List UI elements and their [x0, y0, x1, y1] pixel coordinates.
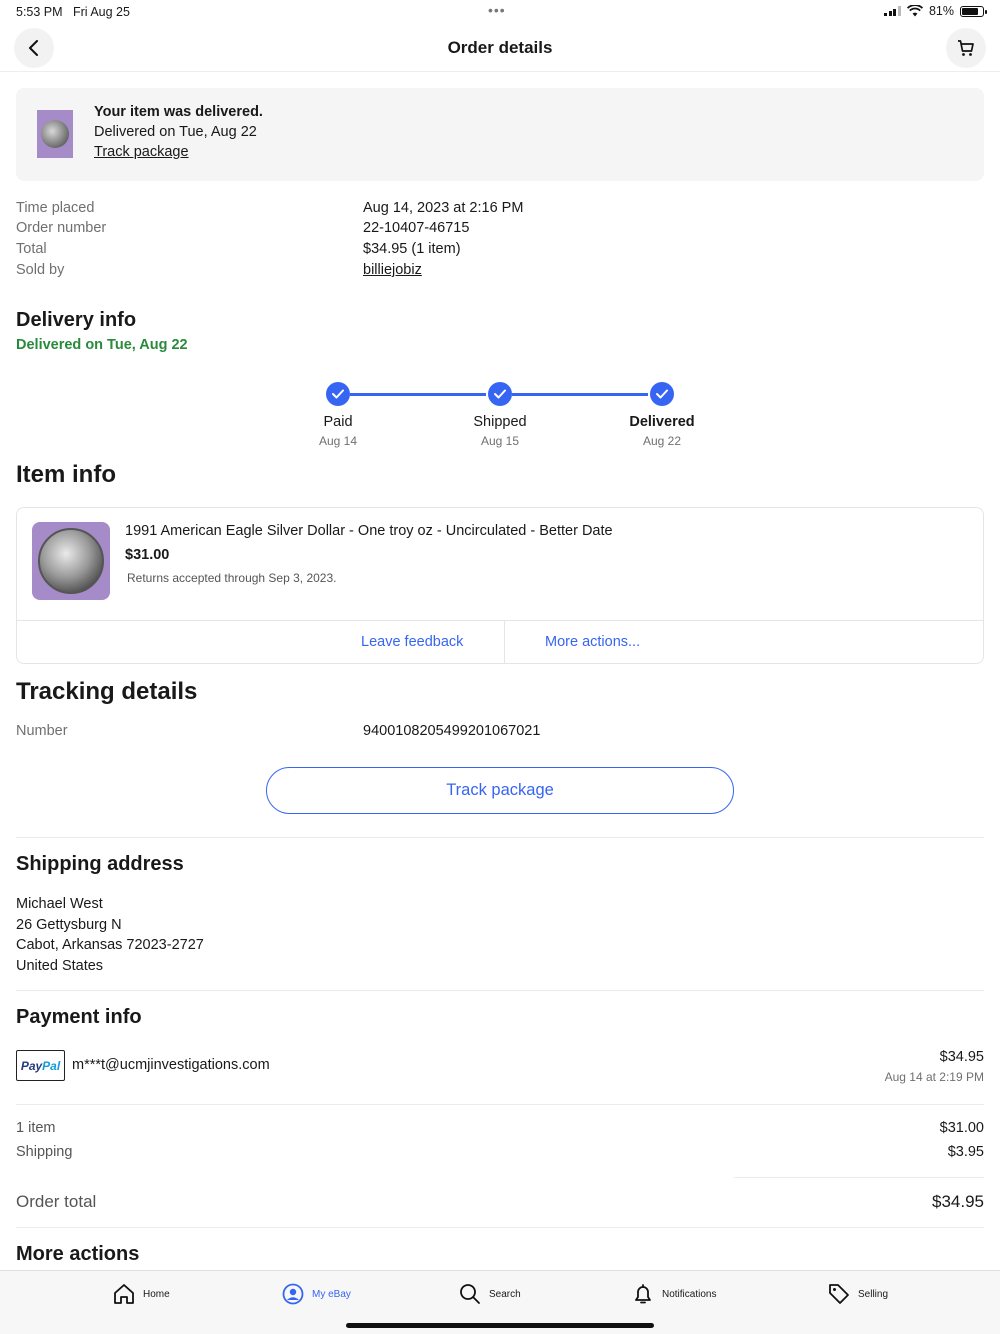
tab-search[interactable]: Search: [459, 1283, 521, 1305]
more-actions-button[interactable]: More actions...: [545, 634, 640, 650]
home-icon: [114, 1284, 134, 1304]
battery-icon: [960, 5, 987, 17]
shipping-address-heading: Shipping address: [16, 853, 184, 875]
address-line: Michael West: [16, 896, 103, 912]
item-card: 1991 American Eagle Silver Dollar - One …: [16, 507, 984, 664]
step-date-shipped: Aug 15: [480, 434, 520, 448]
progress-line: [512, 393, 648, 396]
banner-track-package-link[interactable]: Track package: [94, 144, 189, 160]
payment-date: Aug 14 at 2:19 PM: [884, 1070, 984, 1084]
step-label-paid: Paid: [323, 414, 353, 430]
page-title: Order details: [447, 38, 553, 57]
order-value: Aug 14, 2023 at 2:16 PM: [363, 200, 524, 216]
tracking-details-heading: Tracking details: [16, 678, 198, 705]
item-image[interactable]: [32, 522, 110, 600]
order-value: 22-10407-46715: [363, 220, 470, 236]
order-value: $34.95 (1 item): [363, 241, 461, 257]
banner-subtitle: Delivered on Tue, Aug 22: [94, 124, 257, 140]
leave-feedback-button[interactable]: Leave feedback: [361, 634, 463, 650]
order-label: Total: [16, 241, 47, 257]
address-line: United States: [16, 958, 104, 974]
shipped-check-icon: [488, 382, 512, 406]
tracking-number-label: Number: [16, 723, 68, 739]
tab-home[interactable]: Home: [113, 1283, 170, 1305]
payment-info-heading: Payment info: [16, 1006, 142, 1028]
items-value: $31.00: [939, 1120, 984, 1136]
tag-icon: [829, 1284, 849, 1304]
tab-label: Search: [489, 1288, 521, 1300]
banner-title: Your item was delivered.: [94, 104, 263, 120]
status-indicators: 81%: [884, 4, 987, 18]
returns-policy-text: Returns accepted through Sep 3, 2023.: [127, 571, 337, 585]
action-divider: [504, 621, 505, 664]
tab-notifications[interactable]: Notifications: [632, 1283, 716, 1305]
track-package-button[interactable]: Track package: [266, 767, 734, 814]
tab-my-ebay[interactable]: My eBay: [282, 1283, 351, 1305]
item-info-heading: Item info: [16, 461, 116, 488]
tab-label: Home: [143, 1288, 170, 1300]
step-label-delivered: Delivered: [629, 414, 695, 430]
delivery-info-heading: Delivery info: [16, 309, 137, 331]
address-line: Cabot, Arkansas 72023-2727: [16, 937, 204, 953]
user-circle-icon: [282, 1283, 304, 1305]
seller-link[interactable]: billiejobiz: [363, 262, 422, 278]
delivery-progress-tracker: Paid Shipped Delivered Aug 14 Aug 15 Aug…: [0, 382, 1000, 452]
item-price: $31.00: [125, 547, 170, 563]
tab-label: Selling: [858, 1288, 889, 1300]
delivered-check-icon: [650, 382, 674, 406]
cellular-signal-icon: [884, 6, 901, 16]
card-divider: [17, 620, 983, 621]
bottom-tab-bar: Home My eBay Search Notifications Sellin…: [0, 1270, 1000, 1334]
search-icon: [460, 1284, 480, 1304]
item-thumbnail[interactable]: [37, 110, 73, 158]
status-time: 5:53 PM Fri Aug 25: [16, 5, 130, 19]
items-label: 1 item: [16, 1120, 56, 1136]
address-line: 26 Gettysburg N: [16, 917, 122, 933]
coin-image: [41, 120, 69, 148]
bell-icon: [635, 1284, 651, 1304]
wifi-icon: [906, 5, 923, 17]
tab-label: Notifications: [662, 1288, 717, 1300]
coin-image: [38, 528, 104, 594]
order-label: Order number: [16, 220, 107, 236]
section-divider: [16, 837, 984, 838]
total-divider: [734, 1177, 984, 1178]
order-total-value: $34.95: [932, 1192, 984, 1211]
step-date-paid: Aug 14: [318, 434, 358, 448]
item-title[interactable]: 1991 American Eagle Silver Dollar - One …: [125, 523, 613, 539]
step-date-delivered: Aug 22: [642, 434, 682, 448]
tab-label: My eBay: [312, 1288, 351, 1300]
more-actions-heading: More actions: [16, 1243, 140, 1265]
tab-selling[interactable]: Selling: [828, 1283, 888, 1305]
payment-amount: $34.95: [939, 1049, 984, 1065]
section-divider: [16, 1227, 984, 1228]
paypal-logo: Pay Pal: [16, 1050, 65, 1081]
delivery-status-banner: Your item was delivered. Delivered on Tu…: [16, 88, 984, 181]
tracking-number-value: 9400108205499201067021: [363, 723, 541, 739]
paid-check-icon: [326, 382, 350, 406]
navigation-bar: Order details: [0, 24, 1000, 72]
delivery-status-text: Delivered on Tue, Aug 22: [16, 337, 188, 353]
multitasking-dots-icon[interactable]: •••: [488, 2, 506, 18]
section-divider: [16, 1104, 984, 1105]
progress-line: [350, 393, 486, 396]
step-label-shipped: Shipped: [473, 414, 527, 430]
status-bar: 5:53 PM Fri Aug 25 ••• 81%: [0, 0, 1000, 24]
order-label: Time placed: [16, 200, 95, 216]
payment-email: m***t@ucmjinvestigations.com: [72, 1057, 270, 1073]
section-divider: [16, 990, 984, 991]
home-indicator[interactable]: [346, 1323, 654, 1328]
order-total-label: Order total: [16, 1192, 97, 1211]
cart-icon: [958, 40, 974, 56]
shipping-label: Shipping: [16, 1144, 73, 1160]
battery-percent: 81%: [928, 4, 954, 18]
cart-button[interactable]: [946, 28, 986, 68]
order-label: Sold by: [16, 262, 65, 278]
shipping-value: $3.95: [947, 1144, 984, 1160]
